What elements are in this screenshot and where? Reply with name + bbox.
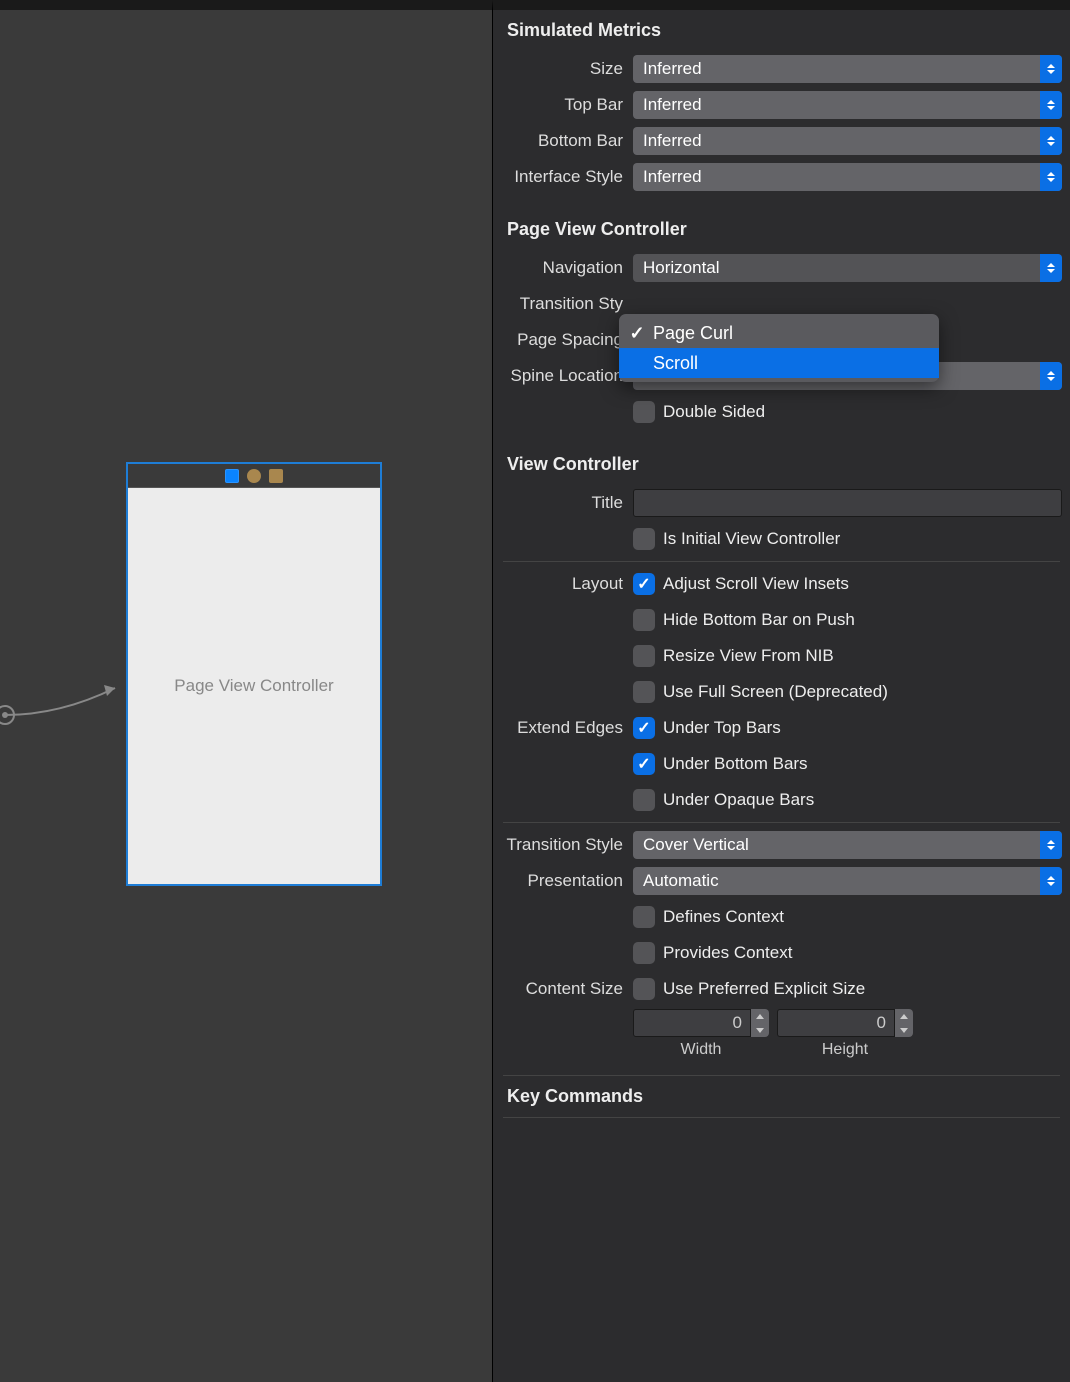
scene-page-view-controller[interactable]: Page View Controller [126, 462, 382, 886]
scene-label: Page View Controller [174, 676, 333, 696]
height-caption: Height [822, 1041, 868, 1059]
page-spacing-label: Page Spacing [493, 330, 633, 350]
stepper-down-icon[interactable] [751, 1023, 769, 1037]
under-top-checkbox[interactable] [633, 717, 655, 739]
chevron-updown-icon [1040, 91, 1062, 119]
width-input[interactable] [633, 1009, 751, 1037]
first-responder-icon [247, 469, 261, 483]
interface-style-label: Interface Style [493, 167, 633, 187]
canvas-pane[interactable]: Page View Controller [0, 0, 492, 1382]
scene-owner-icon [225, 469, 239, 483]
vc-title-input[interactable] [633, 489, 1062, 517]
presentation-label: Presentation [493, 871, 633, 891]
top-bar-popup[interactable]: Inferred [633, 91, 1062, 119]
chevron-updown-icon [1040, 867, 1062, 895]
navigation-popup[interactable]: Horizontal [633, 254, 1062, 282]
chevron-updown-icon [1040, 831, 1062, 859]
size-popup[interactable]: Inferred [633, 55, 1062, 83]
resize-nib-checkbox[interactable] [633, 645, 655, 667]
chevron-updown-icon [1040, 127, 1062, 155]
stepper-up-icon[interactable] [895, 1009, 913, 1023]
adjust-insets-label[interactable]: Adjust Scroll View Insets [663, 574, 849, 594]
transition-style-menu[interactable]: ✓ Page Curl Scroll [619, 314, 939, 382]
size-label: Size [493, 59, 633, 79]
width-caption: Width [681, 1041, 722, 1059]
content-size-label: Content Size [493, 979, 633, 999]
is-initial-checkbox[interactable] [633, 528, 655, 550]
under-bottom-label[interactable]: Under Bottom Bars [663, 754, 808, 774]
chevron-updown-icon [1040, 55, 1062, 83]
resize-nib-label[interactable]: Resize View From NIB [663, 646, 834, 666]
divider [503, 561, 1060, 562]
scene-body: Page View Controller [128, 488, 380, 884]
hide-bottom-label[interactable]: Hide Bottom Bar on Push [663, 610, 855, 630]
inspector-pane[interactable]: Simulated Metrics Size Inferred Top Bar … [492, 0, 1070, 1382]
under-bottom-checkbox[interactable] [633, 753, 655, 775]
full-screen-label[interactable]: Use Full Screen (Deprecated) [663, 682, 888, 702]
full-screen-checkbox[interactable] [633, 681, 655, 703]
section-page-view-controller: Page View Controller [493, 209, 1070, 250]
hide-bottom-checkbox[interactable] [633, 609, 655, 631]
vc-transition-style-popup[interactable]: Cover Vertical [633, 831, 1062, 859]
stepper-up-icon[interactable] [751, 1009, 769, 1023]
height-stepper[interactable] [777, 1009, 913, 1037]
section-key-commands: Key Commands [493, 1080, 1070, 1113]
vc-title-label: Title [493, 493, 633, 513]
menu-item-page-curl[interactable]: ✓ Page Curl [619, 318, 939, 348]
pvc-transition-style-label: Transition Sty [493, 294, 633, 314]
presentation-popup[interactable]: Automatic [633, 867, 1062, 895]
divider [503, 1117, 1060, 1118]
chevron-updown-icon [1040, 254, 1062, 282]
under-opaque-label[interactable]: Under Opaque Bars [663, 790, 814, 810]
defines-context-label[interactable]: Defines Context [663, 907, 784, 927]
exit-icon [269, 469, 283, 483]
provides-context-label[interactable]: Provides Context [663, 943, 792, 963]
layout-label: Layout [493, 574, 633, 594]
navigation-label: Navigation [493, 258, 633, 278]
chevron-updown-icon [1040, 362, 1062, 390]
extend-edges-label: Extend Edges [493, 718, 633, 738]
width-stepper[interactable] [633, 1009, 769, 1037]
double-sided-label[interactable]: Double Sided [663, 402, 765, 422]
stepper-down-icon[interactable] [895, 1023, 913, 1037]
divider [503, 1075, 1060, 1076]
provides-context-checkbox[interactable] [633, 942, 655, 964]
is-initial-label[interactable]: Is Initial View Controller [663, 529, 840, 549]
top-bar-label: Top Bar [493, 95, 633, 115]
bottom-bar-label: Bottom Bar [493, 131, 633, 151]
adjust-insets-checkbox[interactable] [633, 573, 655, 595]
defines-context-checkbox[interactable] [633, 906, 655, 928]
use-preferred-checkbox[interactable] [633, 978, 655, 1000]
under-opaque-checkbox[interactable] [633, 789, 655, 811]
chevron-updown-icon [1040, 163, 1062, 191]
spine-location-label: Spine Location [493, 366, 633, 386]
menu-item-scroll[interactable]: Scroll [619, 348, 939, 378]
checkmark-icon: ✓ [629, 323, 645, 344]
double-sided-checkbox[interactable] [633, 401, 655, 423]
divider [503, 822, 1060, 823]
use-preferred-label[interactable]: Use Preferred Explicit Size [663, 979, 865, 999]
scene-title-bar[interactable] [128, 464, 380, 488]
under-top-label[interactable]: Under Top Bars [663, 718, 781, 738]
entry-point-arrow [0, 660, 130, 730]
vc-transition-style-label: Transition Style [493, 835, 633, 855]
section-simulated-metrics: Simulated Metrics [493, 10, 1070, 51]
interface-style-popup[interactable]: Inferred [633, 163, 1062, 191]
section-view-controller: View Controller [493, 444, 1070, 485]
height-input[interactable] [777, 1009, 895, 1037]
bottom-bar-popup[interactable]: Inferred [633, 127, 1062, 155]
